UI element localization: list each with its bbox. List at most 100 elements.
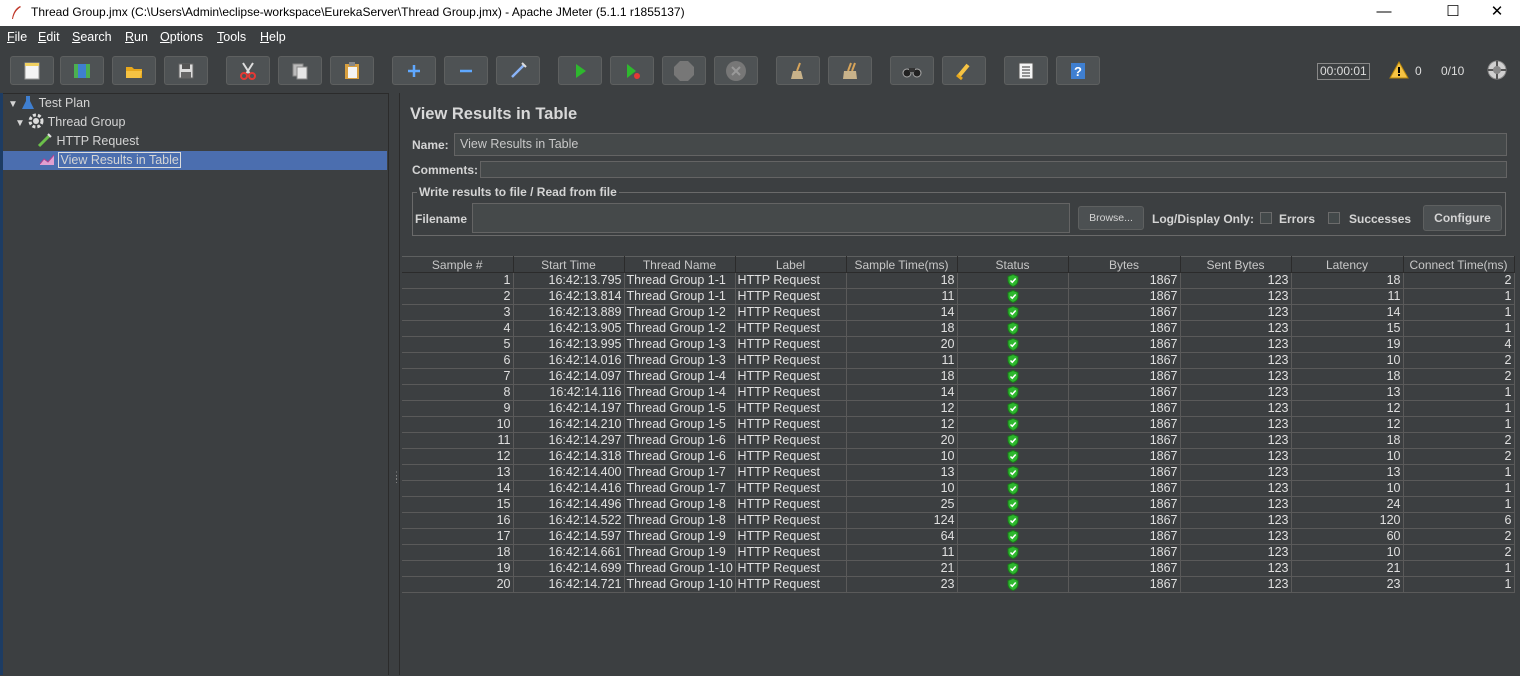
menu-run[interactable]: Run <box>125 30 148 44</box>
expand-all-button[interactable] <box>392 56 436 85</box>
name-field[interactable]: View Results in Table <box>454 133 1507 156</box>
status-cell <box>957 384 1069 401</box>
table-row[interactable]: 9 16:42:14.197 Thread Group 1-5 HTTP Reques… <box>402 400 1515 417</box>
collapse-all-button[interactable] <box>444 56 488 85</box>
tree-item-http-request[interactable]: HTTP Request <box>37 132 139 150</box>
start-no-pauses-button[interactable] <box>610 56 654 85</box>
start-button[interactable] <box>558 56 602 85</box>
column-header[interactable]: Sample # <box>402 256 514 273</box>
table-cell: 16:42:13.889 <box>513 304 625 321</box>
table-cell: 20 <box>846 432 958 449</box>
column-header[interactable]: Start Time <box>513 256 625 273</box>
table-row[interactable]: 7 16:42:14.097 Thread Group 1-4 HTTP Reques… <box>402 368 1515 385</box>
menu-options[interactable]: Options <box>160 30 203 44</box>
remote-globe-icon[interactable] <box>1487 60 1507 80</box>
save-button[interactable] <box>164 56 208 85</box>
table-row[interactable]: 17 16:42:14.597 Thread Group 1-9 HTTP Reque… <box>402 528 1515 545</box>
paste-button[interactable] <box>330 56 374 85</box>
browse-button[interactable]: Browse... <box>1078 206 1144 230</box>
table-cell: HTTP Request <box>735 480 847 497</box>
table-cell: 14 <box>1291 304 1404 321</box>
status-cell <box>957 448 1069 465</box>
table-row[interactable]: 6 16:42:14.016 Thread Group 1-3 HTTP Reques… <box>402 352 1515 369</box>
table-row[interactable]: 5 16:42:13.995 Thread Group 1-3 HTTP Reques… <box>402 336 1515 353</box>
status-cell <box>957 528 1069 545</box>
table-row[interactable]: 18 16:42:14.661 Thread Group 1-9 HTTP Reque… <box>402 544 1515 561</box>
function-helper-button[interactable] <box>1004 56 1048 85</box>
menu-help[interactable]: Help <box>260 30 286 44</box>
minimize-button[interactable]: — <box>1361 0 1407 26</box>
column-header[interactable]: Label <box>735 256 847 273</box>
reset-search-button[interactable] <box>942 56 986 85</box>
table-row[interactable]: 12 16:42:14.318 Thread Group 1-6 HTTP Reque… <box>402 448 1515 465</box>
cut-button[interactable] <box>226 56 270 85</box>
table-cell: 10 <box>1291 448 1404 465</box>
table-cell: 20 <box>402 576 514 593</box>
pane-splitter[interactable]: ⋮ ⋮ <box>388 93 401 675</box>
column-header[interactable]: Bytes <box>1068 256 1181 273</box>
tree-item-view-results-table[interactable]: View Results in Table <box>39 151 181 169</box>
table-row[interactable]: 11 16:42:14.297 Thread Group 1-6 HTTP Reque… <box>402 432 1515 449</box>
column-header[interactable]: Status <box>957 256 1069 273</box>
table-row[interactable]: 20 16:42:14.721 Thread Group 1-10 HTTP Requ… <box>402 576 1515 593</box>
table-row[interactable]: 3 16:42:13.889 Thread Group 1-2 HTTP Reques… <box>402 304 1515 321</box>
status-cell <box>957 576 1069 593</box>
templates-button[interactable] <box>60 56 104 85</box>
table-cell: 16:42:14.721 <box>513 576 625 593</box>
table-row[interactable]: 14 16:42:14.416 Thread Group 1-7 HTTP Reque… <box>402 480 1515 497</box>
menu-search[interactable]: Search <box>72 30 112 44</box>
warning-icon[interactable] <box>1389 61 1409 79</box>
close-button[interactable]: ✕ <box>1474 0 1520 26</box>
tree-item-thread-group[interactable]: ▼ Thread Group <box>15 113 125 131</box>
menu-edit[interactable]: Edit <box>38 30 60 44</box>
expand-triangle-icon[interactable]: ▼ <box>8 99 18 110</box>
menu-tools[interactable]: Tools <box>217 30 246 44</box>
comments-field[interactable] <box>480 161 1507 178</box>
clear-all-button[interactable] <box>828 56 872 85</box>
column-header[interactable]: Sent Bytes <box>1180 256 1292 273</box>
table-cell: Thread Group 1-1 <box>624 288 736 305</box>
table-row[interactable]: 2 16:42:13.814 Thread Group 1-1 HTTP Reques… <box>402 288 1515 305</box>
errors-checkbox[interactable] <box>1260 212 1272 224</box>
table-row[interactable]: 1 16:42:13.795 Thread Group 1-1 HTTP Reques… <box>402 272 1515 289</box>
table-cell: 10 <box>1291 480 1404 497</box>
broom-all-icon <box>843 62 857 79</box>
table-cell: Thread Group 1-9 <box>624 544 736 561</box>
table-row[interactable]: 13 16:42:14.400 Thread Group 1-7 HTTP Reque… <box>402 464 1515 481</box>
copy-button[interactable] <box>278 56 322 85</box>
column-header[interactable]: Thread Name <box>624 256 736 273</box>
toggle-button[interactable] <box>496 56 540 85</box>
column-header[interactable]: Latency <box>1291 256 1404 273</box>
column-header[interactable]: Connect Time(ms) <box>1403 256 1515 273</box>
table-row[interactable]: 10 16:42:14.210 Thread Group 1-5 HTTP Reque… <box>402 416 1515 433</box>
maximize-button[interactable]: ☐ <box>1430 0 1476 26</box>
shutdown-button[interactable] <box>714 56 758 85</box>
table-row[interactable]: 15 16:42:14.496 Thread Group 1-8 HTTP Reque… <box>402 496 1515 513</box>
file-group-title: Write results to file / Read from file <box>417 185 619 199</box>
configure-button[interactable]: Configure <box>1423 205 1502 231</box>
successes-checkbox[interactable] <box>1328 212 1340 224</box>
status-cell <box>957 304 1069 321</box>
expand-triangle-icon[interactable]: ▼ <box>15 118 25 129</box>
table-row[interactable]: 19 16:42:14.699 Thread Group 1-10 HTTP Requ… <box>402 560 1515 577</box>
stop-button[interactable] <box>662 56 706 85</box>
table-cell: 123 <box>1180 384 1292 401</box>
table-row[interactable]: 16 16:42:14.522 Thread Group 1-8 HTTP Reque… <box>402 512 1515 529</box>
table-cell: 18 <box>846 368 958 385</box>
table-cell: 123 <box>1180 368 1292 385</box>
clear-button[interactable] <box>776 56 820 85</box>
table-cell: 123 <box>1180 480 1292 497</box>
tree-item-test-plan[interactable]: ▼ Test Plan <box>8 94 90 112</box>
filename-input[interactable] <box>472 203 1070 233</box>
table-row[interactable]: 8 16:42:14.116 Thread Group 1-4 HTTP Reques… <box>402 384 1515 401</box>
table-cell: 18 <box>846 320 958 337</box>
new-button[interactable] <box>10 56 54 85</box>
search-button[interactable] <box>890 56 934 85</box>
column-header[interactable]: Sample Time(ms) <box>846 256 958 273</box>
menu-file[interactable]: File <box>7 30 27 44</box>
gear-icon <box>28 113 44 129</box>
help-button[interactable]: ? <box>1056 56 1100 85</box>
table-row[interactable]: 4 16:42:13.905 Thread Group 1-2 HTTP Reques… <box>402 320 1515 337</box>
success-shield-icon <box>1007 418 1018 432</box>
open-button[interactable] <box>112 56 156 85</box>
